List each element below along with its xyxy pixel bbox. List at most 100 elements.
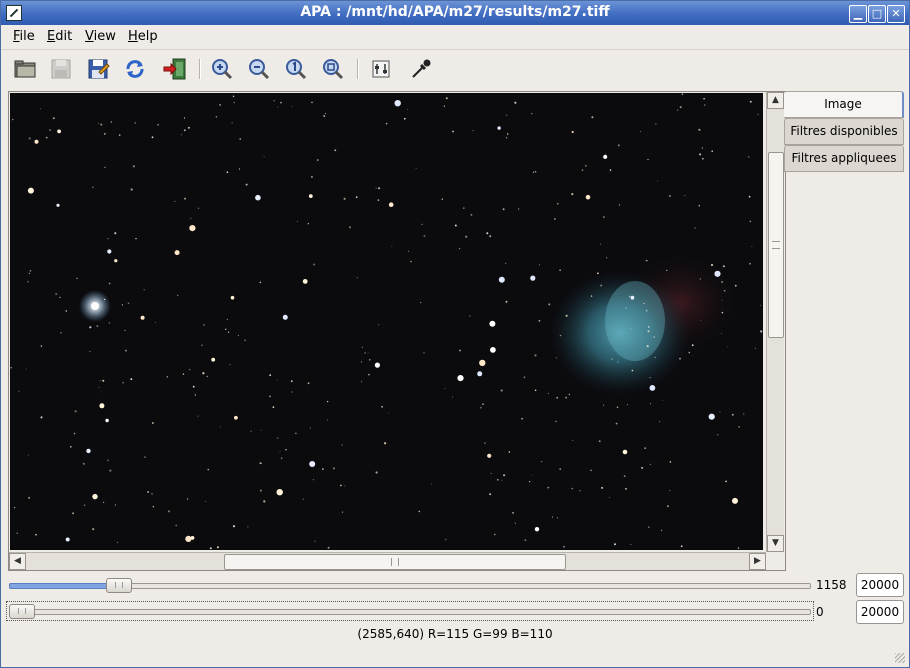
star [698,204,701,207]
star [99,403,105,409]
star [657,180,659,182]
star [12,119,14,121]
star [72,512,74,515]
scroll-down-icon[interactable]: ▼ [767,535,784,552]
star [727,346,728,348]
star [534,170,537,173]
toolbar-separator [357,59,359,79]
star [496,478,499,481]
star [757,113,759,115]
vertical-scroll-thumb[interactable] [768,152,784,338]
open-folder-icon[interactable] [12,56,38,82]
star [100,123,103,126]
star [459,349,461,352]
star [572,439,574,441]
star [418,510,421,513]
menu-edit[interactable]: Edit [47,29,72,44]
lower-level-slider[interactable] [6,602,811,620]
star [101,391,103,393]
star [73,432,76,435]
star [104,298,106,301]
star [394,100,401,107]
star [189,225,196,232]
star [490,347,496,353]
scroll-right-icon[interactable]: ▶ [749,553,766,570]
star [313,263,316,266]
star [107,459,109,462]
scroll-left-icon[interactable]: ◀ [9,553,26,570]
tab-filtres-disponibles[interactable]: Filtres disponibles [784,118,904,145]
star [538,319,541,322]
slider-handle[interactable] [9,604,35,619]
star [269,374,272,377]
astro-image[interactable] [10,93,763,550]
zoom-out-icon[interactable] [246,56,272,82]
star [534,527,540,532]
tab-image[interactable]: Image [784,91,904,118]
star [720,332,722,334]
horizontal-scrollbar[interactable]: ◀ ▶ [9,552,766,570]
menu-help[interactable]: Help [128,29,158,44]
save-as-icon[interactable] [85,56,111,82]
upper-max-input[interactable]: 20000 [856,573,904,597]
levels-icon[interactable] [368,56,394,82]
horizontal-scroll-thumb[interactable] [224,554,566,570]
star [323,115,326,117]
save-disabled-icon[interactable] [48,56,74,82]
zoom-full-icon[interactable] [320,56,346,82]
star [317,159,319,161]
star [489,235,492,238]
scroll-up-icon[interactable]: ▲ [767,92,784,109]
color-picker-icon[interactable] [408,56,434,82]
star [530,275,536,281]
maximize-icon[interactable]: □ [868,5,886,23]
zoom-in-icon[interactable] [209,56,235,82]
star [532,171,535,173]
star [239,138,241,140]
star [215,116,218,118]
menu-file[interactable]: File [13,29,35,44]
upper-level-slider[interactable] [6,576,811,594]
star [277,437,279,439]
star [56,203,60,207]
image-view: ▲ ▼ ◀ ▶ [8,91,786,571]
star [654,356,656,358]
star [506,133,509,135]
star [647,330,650,333]
star [388,202,394,207]
star [152,422,154,424]
star [107,238,109,240]
tab-filtres-appliquees[interactable]: Filtres appliquees [784,145,904,172]
minimize-icon[interactable]: ▁ [849,5,867,23]
star [521,417,523,420]
star [559,334,562,337]
refresh-icon[interactable] [122,56,148,82]
star [581,169,584,171]
vertical-scrollbar[interactable]: ▲ ▼ [766,92,784,552]
star [669,489,671,491]
star [649,463,651,465]
star [403,117,406,120]
star [227,331,230,333]
exit-icon[interactable] [162,56,188,82]
star [285,449,287,451]
resize-grip[interactable] [895,653,905,663]
menu-view[interactable]: View [85,29,116,44]
title-bar[interactable]: APA : /mnt/hd/APA/m27/results/m27.tiff ▁… [1,1,909,25]
star [216,546,219,549]
slider-handle[interactable] [105,578,132,593]
star [124,329,126,332]
star [231,122,233,124]
zoom-fit-icon[interactable] [283,56,309,82]
star [92,528,95,531]
star [391,245,393,247]
star [122,381,124,384]
lower-max-input[interactable]: 20000 [856,600,904,624]
star [590,295,593,297]
star [501,479,503,481]
close-icon[interactable]: ✕ [887,5,905,23]
star [238,168,241,170]
star [233,101,235,104]
star [751,246,753,247]
star [226,318,228,321]
